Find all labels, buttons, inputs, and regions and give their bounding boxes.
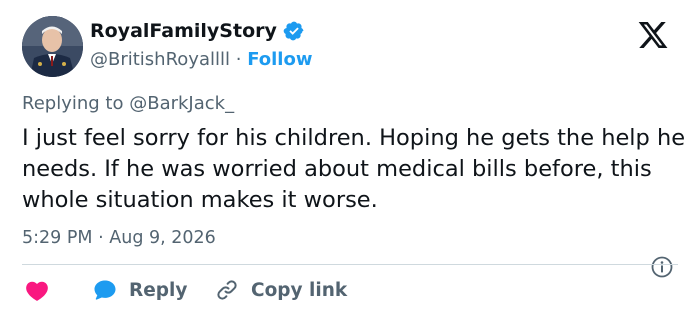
replying-to-label: Replying to [22,93,124,114]
author-name-row: RoyalFamilyStory [90,20,305,42]
timestamp-separator: · [98,228,104,248]
reply-button[interactable]: Reply [93,278,187,302]
x-logo-icon[interactable] [637,19,669,51]
copy-link-label: Copy link [251,279,348,301]
copy-link-button[interactable]: Copy link [215,278,347,302]
tweet-embed: RoyalFamilyStory @BritishRoyallll · Foll… [0,0,700,318]
tweet-time[interactable]: 5:29 PM [22,228,93,248]
replying-to-handle[interactable]: @BarkJack_ [129,93,234,114]
reply-bubble-icon [94,280,116,300]
reply-context: Replying to @BarkJack_ [22,93,234,114]
divider [22,264,678,265]
follow-button[interactable]: Follow [247,49,312,70]
handle-separator: · [235,49,242,70]
author-handle-row: @BritishRoyallll · Follow [90,49,312,70]
info-icon[interactable] [650,255,674,279]
heart-icon [26,281,48,301]
reply-label: Reply [129,279,188,301]
tweet-timestamp: 5:29 PM · Aug 9, 2026 [22,228,216,248]
verified-badge-icon [283,20,305,42]
avatar[interactable] [22,16,83,77]
author-handle[interactable]: @BritishRoyallll [90,49,230,70]
tweet-date[interactable]: Aug 9, 2026 [109,228,216,248]
avatar-image [22,16,83,77]
link-icon [217,280,237,300]
tweet-text: I just feel sorry for his children. Hopi… [22,125,686,213]
author-display-name[interactable]: RoyalFamilyStory [90,20,277,42]
like-button[interactable] [24,278,50,304]
